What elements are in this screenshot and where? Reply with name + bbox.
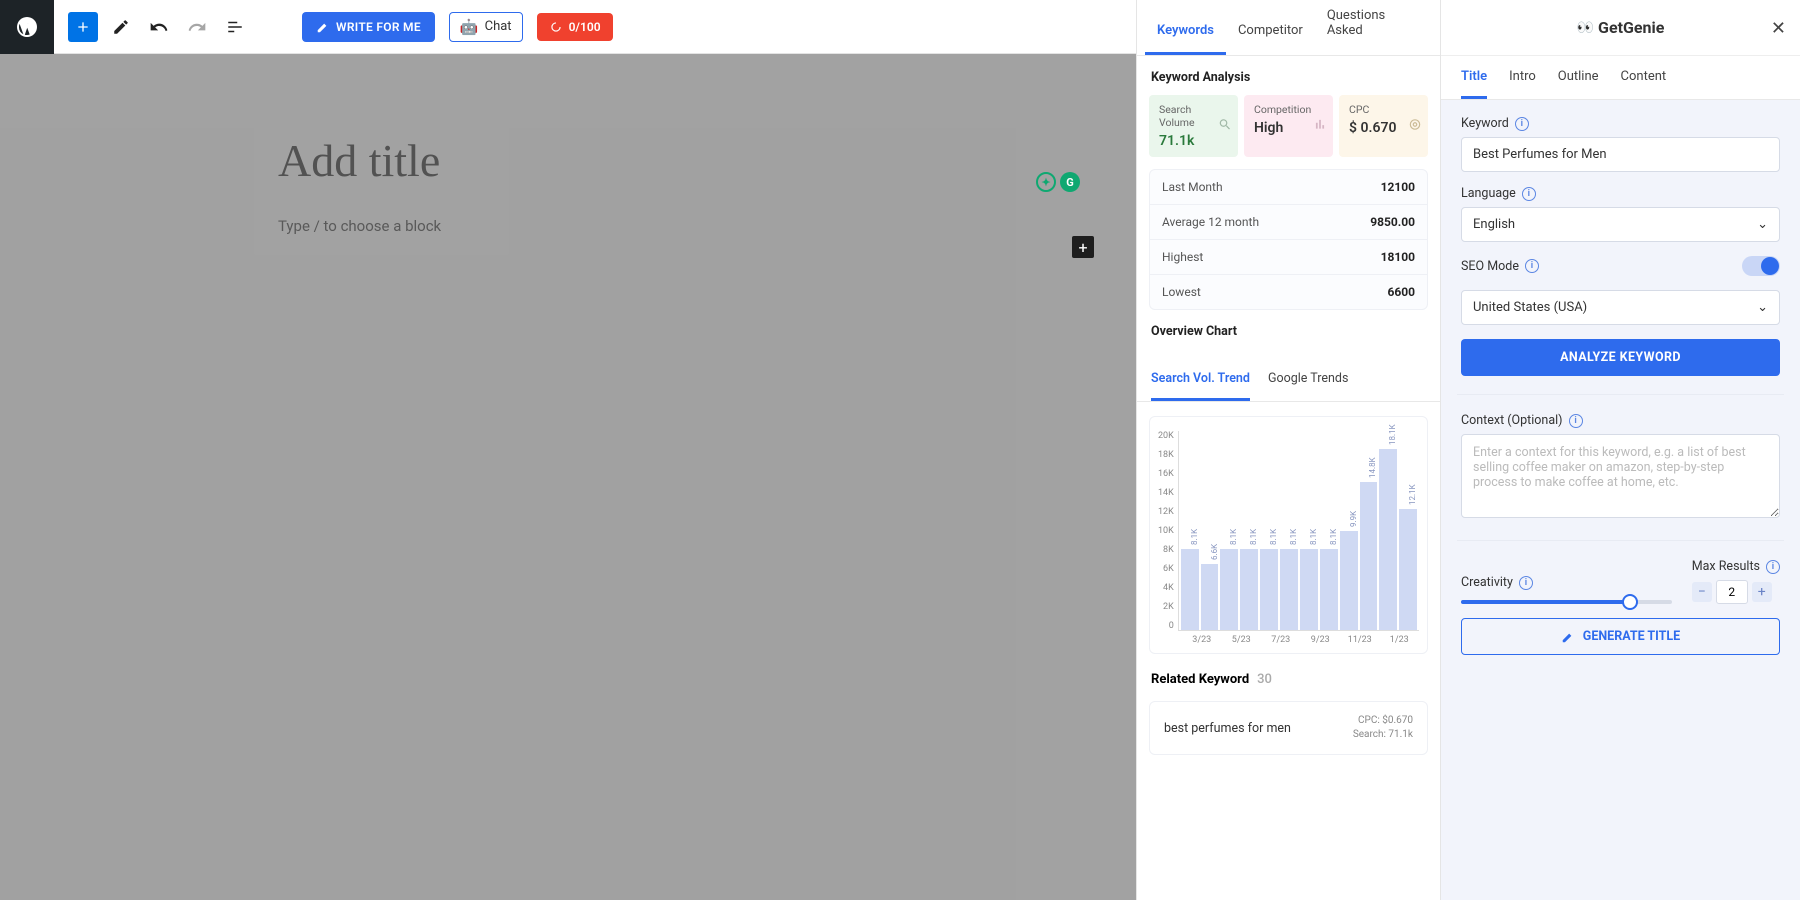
keyword-analysis-heading: Keyword Analysis: [1137, 56, 1440, 95]
tab-content[interactable]: Content: [1621, 69, 1667, 99]
info-icon[interactable]: i: [1519, 576, 1533, 590]
info-icon[interactable]: i: [1525, 259, 1539, 273]
search-icon: [1218, 117, 1232, 136]
context-label: Context (Optional) i: [1461, 413, 1780, 428]
related-keyword-card[interactable]: best perfumes for men CPC: $0.670 Search…: [1149, 701, 1428, 755]
chart-tab-google-trends[interactable]: Google Trends: [1268, 361, 1348, 401]
keyword-input[interactable]: [1461, 137, 1780, 172]
generate-title-button[interactable]: GENERATE TITLE: [1461, 618, 1780, 655]
chevron-down-icon: ⌄: [1757, 300, 1768, 315]
chart-x-axis: 3/235/237/239/2311/231/23: [1158, 635, 1419, 645]
tab-outline[interactable]: Outline: [1558, 69, 1599, 99]
getgenie-panel: 👀 GetGenie ✕ Title Intro Outline Content…: [1440, 0, 1800, 900]
chat-button[interactable]: 🤖 Chat: [449, 12, 523, 42]
info-icon[interactable]: i: [1515, 117, 1529, 131]
add-block-toolbar-button[interactable]: [68, 12, 98, 42]
undo-icon[interactable]: [144, 12, 174, 42]
wordpress-logo[interactable]: [0, 0, 54, 54]
stat-row: Average 12 month9850.00: [1150, 205, 1427, 240]
overview-chart-heading: Overview Chart: [1137, 310, 1440, 349]
block-placeholder[interactable]: Type / to choose a block: [218, 197, 918, 255]
chart-y-axis: 20K18K16K14K12K10K8K6K4K2K0: [1158, 431, 1178, 631]
bar-chart-icon: [1313, 117, 1327, 136]
seo-score-label: 0/100: [569, 20, 601, 34]
context-textarea[interactable]: [1461, 434, 1780, 518]
info-icon[interactable]: i: [1522, 187, 1536, 201]
chat-bot-icon: 🤖: [460, 18, 479, 36]
stat-row: Highest18100: [1150, 240, 1427, 275]
info-icon[interactable]: i: [1569, 414, 1583, 428]
metric-search-volume: Search Volume 71.1k: [1149, 95, 1238, 157]
decrement-button[interactable]: −: [1692, 582, 1712, 602]
chevron-down-icon: ⌄: [1757, 217, 1768, 232]
metric-competition: Competition High: [1244, 95, 1333, 157]
logo-eyes-icon: 👀: [1577, 20, 1592, 36]
related-keyword-heading: Related Keyword 30: [1137, 654, 1440, 695]
redo-icon[interactable]: [182, 12, 212, 42]
creativity-slider[interactable]: [1461, 600, 1672, 604]
info-icon[interactable]: i: [1766, 560, 1780, 574]
add-block-inline-button[interactable]: +: [1072, 236, 1094, 258]
creativity-label: Creativity i: [1461, 575, 1672, 590]
metric-cpc: CPC $ 0.670: [1339, 95, 1428, 157]
chart-tabs: Search Vol. Trend Google Trends: [1137, 355, 1440, 402]
post-title-input[interactable]: Add title: [218, 114, 918, 197]
write-for-me-button[interactable]: WRITE FOR ME: [302, 12, 435, 42]
tab-title[interactable]: Title: [1461, 69, 1487, 99]
keyword-label: Keyword i: [1461, 116, 1780, 131]
tab-intro[interactable]: Intro: [1509, 69, 1536, 99]
getgenie-logo: 👀 GetGenie: [1577, 18, 1665, 37]
edit-icon[interactable]: [106, 12, 136, 42]
tab-keywords[interactable]: Keywords: [1145, 11, 1226, 55]
editor-area: WRITE FOR ME 🤖 Chat 0/100 Add title Type…: [0, 0, 1136, 900]
tab-questions[interactable]: Questions Asked: [1315, 0, 1432, 55]
stat-row: Last Month12100: [1150, 170, 1427, 205]
seo-mode-label: SEO Mode i: [1461, 259, 1539, 274]
stat-row: Lowest6600: [1150, 275, 1427, 309]
seo-score-button[interactable]: 0/100: [537, 13, 613, 41]
outline-icon[interactable]: [220, 12, 250, 42]
brand-row: 👀 GetGenie ✕: [1441, 0, 1800, 56]
increment-button[interactable]: +: [1752, 582, 1772, 602]
max-results-value[interactable]: 2: [1716, 580, 1748, 604]
grammarly-icon[interactable]: ✦: [1036, 172, 1056, 192]
analysis-tabs: Keywords Competitor Questions Asked: [1137, 0, 1440, 56]
editor-canvas: Add title Type / to choose a block ✦ G +: [0, 54, 1136, 900]
grammarly-badges: ✦ G: [1036, 172, 1080, 192]
chat-label: Chat: [485, 19, 512, 34]
country-select[interactable]: United States (USA) ⌄: [1461, 290, 1780, 325]
grammarly-icon[interactable]: G: [1060, 172, 1080, 192]
max-results-label: Max Results i: [1692, 559, 1780, 574]
write-for-me-label: WRITE FOR ME: [336, 20, 421, 34]
genie-tabs: Title Intro Outline Content: [1441, 56, 1800, 100]
seo-mode-toggle[interactable]: [1742, 256, 1780, 276]
analyze-keyword-button[interactable]: ANALYZE KEYWORD: [1461, 339, 1780, 376]
search-stats-list: Last Month12100 Average 12 month9850.00 …: [1149, 169, 1428, 310]
chart-bars: 8.1K6.6K8.1K8.1K8.1K8.1K8.1K8.1K9.9K14.8…: [1178, 431, 1419, 631]
tab-competitor[interactable]: Competitor: [1226, 11, 1315, 55]
language-label: Language i: [1461, 186, 1780, 201]
target-icon: [1408, 117, 1422, 136]
search-volume-chart: 20K18K16K14K12K10K8K6K4K2K0 8.1K6.6K8.1K…: [1149, 416, 1428, 654]
keyword-analysis-panel: Keywords Competitor Questions Asked Keyw…: [1136, 0, 1440, 900]
chart-tab-search-vol[interactable]: Search Vol. Trend: [1151, 361, 1250, 401]
language-select[interactable]: English ⌄: [1461, 207, 1780, 242]
metrics-row: Search Volume 71.1k Competition High CPC…: [1137, 95, 1440, 157]
close-icon[interactable]: ✕: [1771, 18, 1786, 39]
editor-topbar: WRITE FOR ME 🤖 Chat 0/100: [0, 0, 1136, 54]
max-results-stepper: − 2 +: [1692, 580, 1780, 604]
